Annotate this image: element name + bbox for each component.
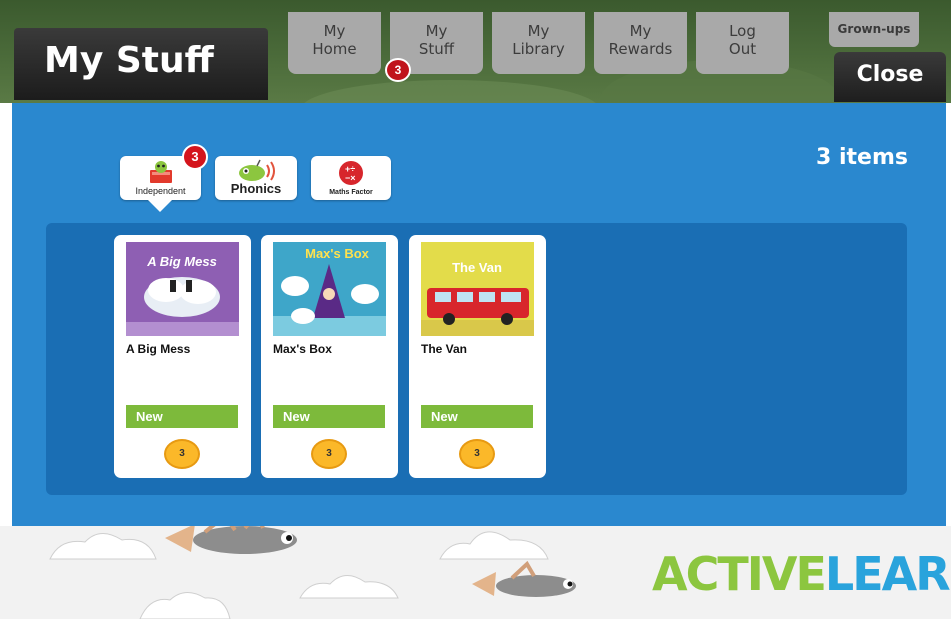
coin-badge: 3 xyxy=(311,439,347,469)
new-label: New xyxy=(126,405,238,428)
nav-my-library-button[interactable]: My Library xyxy=(492,12,585,74)
footer: ACTIVELEARN xyxy=(0,526,951,619)
book-card[interactable]: A Big Mess A Big Mess New 3 xyxy=(114,235,251,478)
fish-illustration xyxy=(472,560,576,597)
book-card[interactable]: Max's Box Max's Box New 3 xyxy=(261,235,398,478)
maths-icon: +÷ −× xyxy=(339,161,363,185)
activelearn-logo: ACTIVELEARN xyxy=(652,547,951,601)
nav-label: Home xyxy=(312,40,357,58)
nav-label: My xyxy=(629,22,652,40)
close-button[interactable]: Close xyxy=(834,52,946,102)
nav-label: Library xyxy=(512,40,565,58)
svg-text:−×: −× xyxy=(345,173,356,183)
nav-label: My xyxy=(425,22,448,40)
tab-label: Maths Factor xyxy=(329,189,373,196)
grown-ups-button[interactable]: Grown-ups xyxy=(829,12,919,47)
nav-label: Rewards xyxy=(608,40,673,58)
nav-label: My xyxy=(527,22,550,40)
svg-text:A Big Mess: A Big Mess xyxy=(146,254,217,269)
book-title: A Big Mess xyxy=(126,342,191,356)
item-count: 3 items xyxy=(816,145,908,170)
new-label: New xyxy=(273,405,385,428)
book-shelf: A Big Mess A Big Mess New 3 Max's Box Ma… xyxy=(46,223,907,495)
book-cover: A Big Mess xyxy=(126,242,239,336)
bug-icon xyxy=(239,159,275,181)
coin-badge: 3 xyxy=(459,439,495,469)
svg-text:The Van: The Van xyxy=(452,260,502,275)
nav-log-out-button[interactable]: Log Out xyxy=(696,12,789,74)
book-title: Max's Box xyxy=(273,342,332,356)
independent-count-badge: 3 xyxy=(182,144,208,170)
book-cover: Max's Box xyxy=(273,242,386,336)
book-icon xyxy=(150,161,172,183)
main-panel: 3 items Independent 3 Phonics +÷ −× Math… xyxy=(12,103,946,526)
coin-badge: 3 xyxy=(164,439,200,469)
nav-my-rewards-button[interactable]: My Rewards xyxy=(594,12,687,74)
page-title: My Stuff xyxy=(44,40,214,81)
book-title: The Van xyxy=(421,342,468,356)
nav-my-home-button[interactable]: My Home xyxy=(288,12,381,74)
book-card[interactable]: The Van The Van New 3 xyxy=(409,235,546,478)
tab-maths-factor[interactable]: +÷ −× Maths Factor xyxy=(311,156,391,200)
nav-label: Log xyxy=(729,22,756,40)
new-label: New xyxy=(421,405,533,428)
book-cover: The Van xyxy=(421,242,534,336)
tab-label: Independent xyxy=(135,186,186,196)
svg-text:Max's Box: Max's Box xyxy=(305,246,370,261)
page-title-box: My Stuff xyxy=(14,28,268,100)
nav-label: My xyxy=(323,22,346,40)
tab-label: Phonics xyxy=(230,181,282,196)
stuff-count-badge: 3 xyxy=(385,58,411,82)
nav-label: Stuff xyxy=(418,40,455,58)
nav-label: Out xyxy=(728,40,757,58)
background-shape xyxy=(300,80,600,103)
fish-illustration xyxy=(165,526,297,554)
tab-phonics[interactable]: Phonics xyxy=(215,156,297,200)
